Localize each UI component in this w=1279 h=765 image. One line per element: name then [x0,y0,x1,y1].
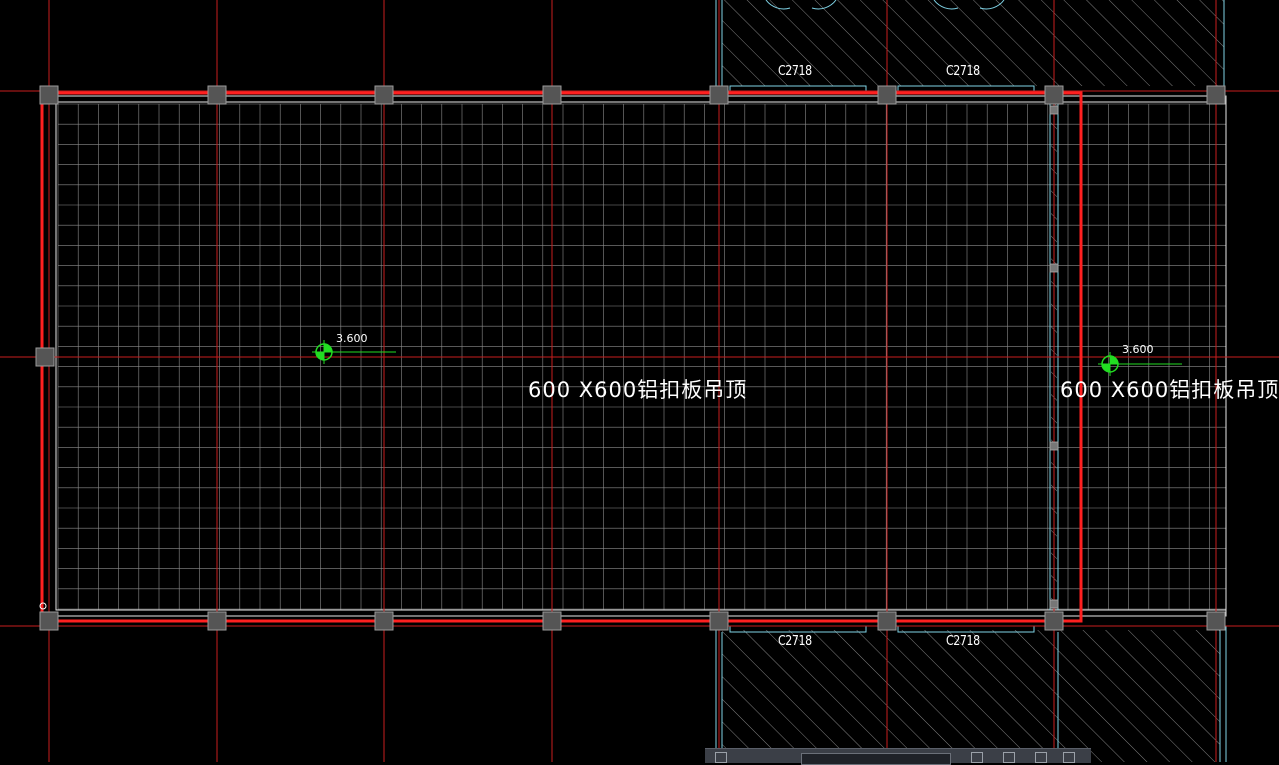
column-bottom-3 [542,611,562,631]
column-bottom-1 [207,611,227,631]
column-bottom-2 [374,611,394,631]
toolbar-layer-icon[interactable] [1063,752,1075,763]
column-bottom-5 [877,611,897,631]
column-top-0 [39,85,59,105]
elevation-label-main: 3.600 [336,332,368,345]
column-bottom-6 [1044,611,1064,631]
bottom-toolbar [705,748,1091,765]
column-top-1 [207,85,227,105]
column-top-2 [374,85,394,105]
toolbar-link-icon[interactable] [715,752,727,763]
window-tag-top-2: C2718 [946,64,980,79]
window-tag-bottom-2: C2718 [946,634,980,649]
column-top-6 [1044,85,1064,105]
column-top-4 [709,85,729,105]
column-bottom-0 [39,611,59,631]
hatched-room-bottom [722,630,1220,762]
ceiling-note-side: 600 X600铝扣板吊顶 [1060,378,1279,402]
column-bottom-7 [1206,611,1226,631]
column-mid-left [35,347,55,367]
column-top-7 [1206,85,1226,105]
ceiling-note-main: 600 X600铝扣板吊顶 [528,378,748,402]
column-top-3 [542,85,562,105]
partition-post-1 [1049,263,1059,273]
column-bottom-4 [709,611,729,631]
partition-post-0 [1049,105,1059,115]
elevation-label-side: 3.600 [1122,343,1154,356]
toolbar-field[interactable] [801,753,951,765]
partition-post-3 [1049,599,1059,609]
toolbar-move-icon[interactable] [1003,752,1015,763]
partition-post-2 [1049,441,1059,451]
column-top-5 [877,85,897,105]
toolbar-copy-icon[interactable] [1035,752,1047,763]
toolbar-rect-icon[interactable] [971,752,983,763]
window-tag-bottom-1: C2718 [778,634,812,649]
window-tag-top-1: C2718 [778,64,812,79]
